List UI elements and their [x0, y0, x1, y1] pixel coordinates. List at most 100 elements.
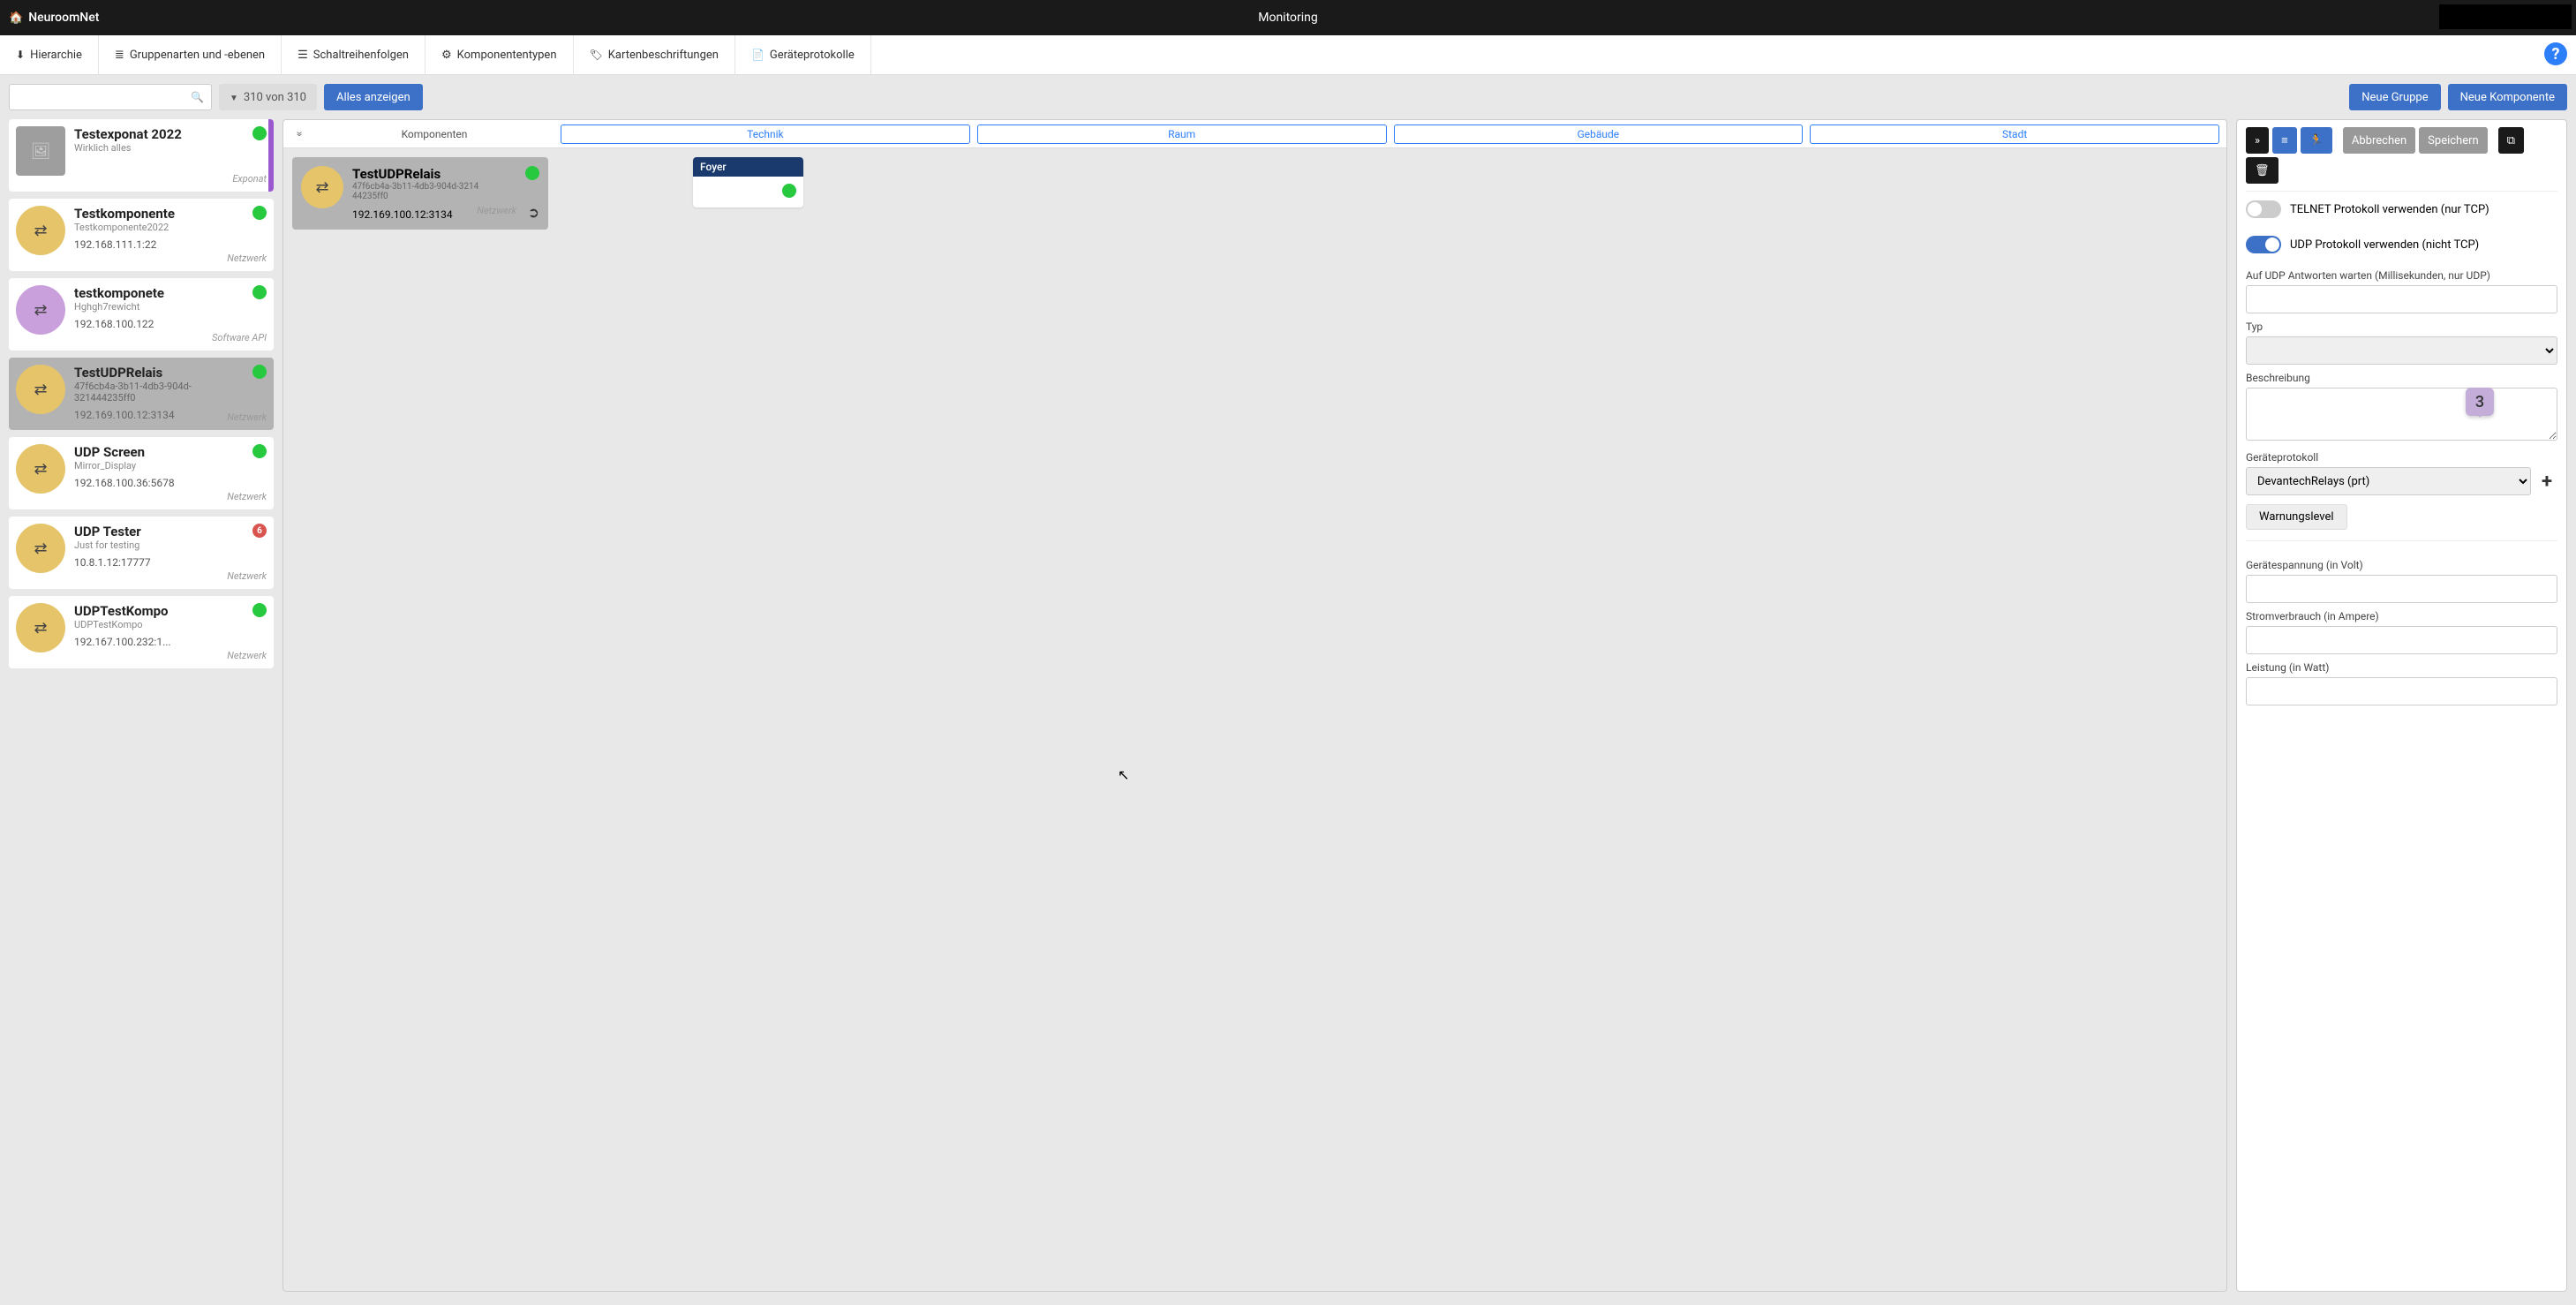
input-spannung[interactable]: [2246, 575, 2557, 603]
search-input[interactable]: [17, 91, 191, 104]
center-area: Komponenten Technik Raum Gebäude Stadt ⇄…: [282, 119, 2227, 1292]
toggle-telnet[interactable]: [2246, 200, 2281, 218]
card-title: Testexponat 2022: [74, 126, 205, 142]
run-view-button[interactable]: 🏃: [2301, 127, 2332, 154]
menu-bar: Hierarchie Gruppenarten und -ebenen Scha…: [0, 35, 2576, 75]
sidebar-card[interactable]: ⇄TestUDPRelais47f6cb4a-3b11-4db3-904d-32…: [9, 358, 274, 430]
card-subtitle: Mirror_Display: [74, 460, 205, 471]
card-title: TestUDPRelais: [74, 365, 205, 381]
breadcrumb-gebaeude[interactable]: Gebäude: [1394, 124, 1804, 144]
card-title: UDPTestKompo: [74, 603, 205, 619]
login-icon[interactable]: ➲: [528, 204, 539, 221]
add-protokoll-button[interactable]: +: [2536, 471, 2557, 493]
sidebar-card[interactable]: ⇄TestkomponenteTestkomponente2022192.168…: [9, 199, 274, 271]
card-icon: ⇄: [16, 524, 65, 573]
sidebar-card[interactable]: ⇄UDPTestKompoUDPTestKompo192.167.100.232…: [9, 596, 274, 668]
tag-icon: [590, 49, 603, 62]
label-spannung: Gerätespannung (in Volt): [2246, 559, 2557, 571]
card-address: 10.8.1.12:17777: [74, 556, 205, 569]
brand[interactable]: NeuroomNet: [9, 11, 99, 25]
sidebar: 🖼Testexponat 2022Wirklich allesExponat⇄T…: [9, 119, 274, 1292]
toggle-telnet-label: TELNET Protokoll verwenden (nur TCP): [2290, 203, 2489, 216]
breadcrumb-stadt[interactable]: Stadt: [1810, 124, 2219, 144]
card-title: testkomponete: [74, 285, 203, 301]
collapse-icon[interactable]: [290, 127, 308, 140]
sidebar-card[interactable]: 🖼Testexponat 2022Wirklich allesExponat: [9, 119, 274, 192]
cursor-icon: ↖: [1118, 766, 1129, 783]
label-beschreibung: Beschreibung: [2246, 372, 2557, 384]
cog-icon: [441, 49, 452, 62]
app-name: NeuroomNet: [28, 11, 99, 25]
card-type: Netzwerk: [227, 491, 267, 502]
toggle-udp[interactable]: [2246, 236, 2281, 253]
label-strom: Stromverbrauch (in Ampere): [2246, 610, 2557, 622]
input-udp-wait[interactable]: [2246, 285, 2557, 313]
breadcrumb-raum[interactable]: Raum: [977, 124, 1387, 144]
cancel-button[interactable]: Abbrechen: [2343, 127, 2415, 154]
input-leistung[interactable]: [2246, 677, 2557, 705]
save-button[interactable]: Speichern: [2419, 127, 2488, 154]
card-address: 192.168.100.122: [74, 318, 203, 330]
breadcrumb-technik[interactable]: Technik: [561, 124, 970, 144]
card-subtitle: Testkomponente2022: [74, 222, 205, 233]
component-addr: 192.169.100.12:3134: [352, 208, 453, 221]
room-card[interactable]: Foyer: [693, 157, 803, 207]
settings-view-button[interactable]: ≡: [2272, 127, 2297, 154]
component-card[interactable]: ⇄ TestUDPRelais 47f6cb4a-3b11-4db3-904d-…: [292, 157, 548, 230]
card-type: Netzwerk: [227, 570, 267, 582]
card-icon: ⇄: [16, 206, 65, 255]
toolbar: 310 von 310 Alles anzeigen Neue Gruppe N…: [0, 75, 2576, 119]
status-dot: [252, 126, 267, 140]
user-area[interactable]: [2439, 4, 2572, 29]
select-geraeteprotokoll[interactable]: DevantechRelays (prt): [2246, 467, 2531, 495]
label-geraeteprotokoll: Geräteprotokoll: [2246, 451, 2557, 464]
tab-hierarchie[interactable]: Hierarchie: [0, 35, 99, 74]
card-icon: ⇄: [16, 285, 65, 335]
sidebar-card[interactable]: ⇄UDP TesterJust for testing10.8.1.12:177…: [9, 517, 274, 589]
list-icon: [298, 49, 308, 62]
details-panel: » ≡ 🏃 Abbrechen Speichern ⧉ 🗑 TELNET Pro…: [2236, 119, 2567, 1292]
copy-button[interactable]: ⧉: [2498, 127, 2524, 154]
collapse-panel-button[interactable]: »: [2246, 127, 2269, 154]
card-address: 192.168.100.36:5678: [74, 477, 205, 489]
status-dot: 6: [252, 524, 267, 538]
top-nav: NeuroomNet Monitoring: [0, 0, 2576, 35]
delete-button[interactable]: 🗑: [2246, 157, 2278, 184]
search-box[interactable]: [9, 84, 212, 110]
tab-kartenbeschriftungen[interactable]: Kartenbeschriftungen: [574, 35, 735, 74]
card-address: 192.169.100.12:3134: [74, 409, 205, 421]
card-title: UDP Tester: [74, 524, 205, 539]
help-button[interactable]: ?: [2544, 42, 2567, 65]
sidebar-card[interactable]: ⇄ UDP ScreenMirror_Display 192.168.100.36:…: [9, 437, 274, 509]
select-typ[interactable]: [2246, 336, 2557, 365]
card-subtitle: Hghgh7rewicht: [74, 301, 203, 313]
file-icon: [751, 49, 765, 62]
sidebar-card[interactable]: ⇄ testkomponeteHghgh7rewicht 192.168.100.1…: [9, 278, 274, 351]
new-component-button[interactable]: Neue Komponente: [2448, 84, 2567, 110]
component-sub2: 44235ff0: [352, 192, 516, 201]
input-strom[interactable]: [2246, 626, 2557, 654]
warnungslevel-button[interactable]: Warnungslevel: [2246, 504, 2347, 530]
card-icon: ⇄: [16, 603, 65, 652]
card-type: Netzwerk: [227, 411, 267, 423]
filter-button[interactable]: 310 von 310: [219, 84, 317, 110]
tab-geraeteprotokolle[interactable]: Geräteprotokolle: [735, 35, 871, 74]
status-dot: [252, 444, 267, 458]
component-type: Netzwerk: [477, 205, 516, 221]
card-title: Testkomponente: [74, 206, 205, 222]
main: 🖼Testexponat 2022Wirklich allesExponat⇄T…: [0, 119, 2576, 1301]
tab-gruppenarten[interactable]: Gruppenarten und -ebenen: [99, 35, 282, 74]
textarea-beschreibung[interactable]: [2246, 388, 2557, 441]
status-dot: [252, 285, 267, 299]
search-icon: [191, 91, 204, 104]
card-title: UDP Screen: [74, 444, 205, 460]
tab-komponententypen[interactable]: Komponententypen: [426, 35, 574, 74]
card-type: Exponat: [232, 173, 267, 185]
new-group-button[interactable]: Neue Gruppe: [2349, 84, 2440, 110]
sitemap-icon: [16, 49, 25, 62]
tab-schaltreihenfolgen[interactable]: Schaltreihenfolgen: [282, 35, 426, 74]
card-icon: ⇄: [16, 444, 65, 494]
show-all-button[interactable]: Alles anzeigen: [324, 84, 423, 110]
status-dot: [525, 166, 539, 180]
status-dot: [252, 603, 267, 617]
